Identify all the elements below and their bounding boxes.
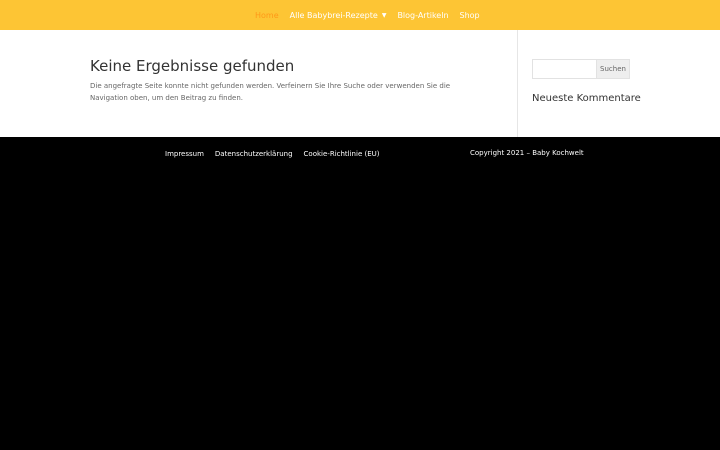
nav-item-blog-artikeln[interactable]: Blog-Artikeln xyxy=(397,11,448,20)
main-navigation: Home Alle Babybrei-Rezepte ▼ Blog-Artikel… xyxy=(255,0,491,30)
search-input[interactable] xyxy=(532,59,596,79)
footer-menu: Impressum Datenschutzerklärung Cookie-Ri… xyxy=(165,150,390,158)
nav-item-babybrei-rezepte[interactable]: Alle Babybrei-Rezepte ▼ xyxy=(290,11,387,20)
not-found-message: Die angefragte Seite konnte nicht gefund… xyxy=(90,82,451,102)
copyright-text: Copyright 2021 – Baby Kochwelt xyxy=(470,149,584,157)
nav-item-home[interactable]: Home xyxy=(255,11,279,20)
nav-item-shop[interactable]: Shop xyxy=(460,11,480,20)
main-content: Keine Ergebnisse gefunden Die angefragte… xyxy=(0,30,720,137)
sidebar-divider xyxy=(517,30,518,137)
search-form: Suchen xyxy=(532,59,630,79)
page-title: Keine Ergebnisse gefunden xyxy=(90,57,295,75)
footer-link-cookie-richtlinie[interactable]: Cookie-Richtlinie (EU) xyxy=(304,150,380,158)
recent-comments-title: Neueste Kommentare xyxy=(532,93,641,104)
nav-item-label: Alle Babybrei-Rezepte xyxy=(289,10,378,20)
footer-link-impressum[interactable]: Impressum xyxy=(165,150,204,158)
chevron-down-icon: ▼ xyxy=(381,11,387,19)
site-header: Home Alle Babybrei-Rezepte ▼ Blog-Artikel… xyxy=(0,0,720,30)
footer-link-datenschutz[interactable]: Datenschutzerklärung xyxy=(215,150,293,158)
search-button[interactable]: Suchen xyxy=(596,59,630,79)
